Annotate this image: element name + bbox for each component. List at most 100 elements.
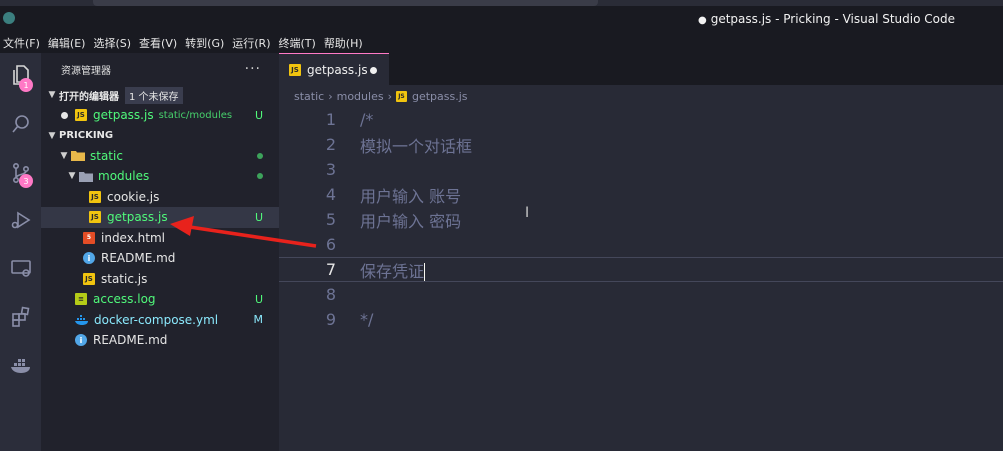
- chevron-right-icon: ›: [387, 89, 392, 103]
- open-editor-filename: getpass.js: [93, 108, 154, 123]
- more-actions-button[interactable]: ···: [245, 61, 261, 77]
- remote-explorer-button[interactable]: [0, 248, 41, 288]
- line-number: 7: [325, 260, 336, 279]
- chevron-right-icon: ›: [328, 89, 333, 103]
- source-control-button[interactable]: 3: [0, 153, 41, 193]
- extensions-button[interactable]: [0, 297, 41, 337]
- project-label: PRICKING: [59, 130, 114, 141]
- git-dot-icon: [257, 152, 263, 159]
- folder-open-icon: [71, 151, 85, 162]
- menu-view[interactable]: 查看(V): [139, 35, 177, 51]
- breadcrumb-modules[interactable]: modules: [337, 90, 384, 103]
- info-icon: i: [83, 252, 95, 265]
- tree-item-getpass[interactable]: JS getpass.js U: [41, 207, 279, 228]
- code-line: 2 模拟一个对话框: [279, 132, 1003, 157]
- menu-help[interactable]: 帮助(H): [324, 35, 363, 51]
- chevron-down-icon: ▼: [48, 90, 56, 100]
- search-button[interactable]: [0, 104, 41, 144]
- tree-item-access-log[interactable]: ≡ access.log U: [41, 289, 279, 310]
- unsaved-dot-icon[interactable]: [370, 67, 377, 74]
- git-status: M: [253, 313, 264, 327]
- tree-item-static[interactable]: ▼ static: [41, 146, 279, 167]
- open-editors-section[interactable]: ▼ 打开的编辑器 1 个未保存: [41, 85, 279, 105]
- editor-area: JS getpass.js static › modules › JS getp…: [279, 53, 1003, 451]
- tab-label: getpass.js: [307, 62, 368, 77]
- line-text: 用户输入 账号: [360, 186, 462, 206]
- line-text: 模拟一个对话框: [360, 136, 473, 156]
- chevron-down-icon: ▼: [68, 171, 76, 182]
- line-number: 9: [325, 310, 336, 329]
- line-text-content: 保存凭证: [360, 261, 425, 281]
- tree-item-label: getpass.js: [107, 210, 168, 225]
- folder-open-icon: [79, 171, 93, 182]
- js-file-icon: JS: [289, 63, 301, 76]
- unsaved-indicator: ●: [697, 15, 707, 26]
- tree-item-label: README.md: [101, 251, 176, 266]
- line-text: 用户输入 密码: [360, 211, 462, 231]
- run-debug-icon: [11, 211, 30, 229]
- git-status: U: [254, 108, 263, 122]
- line-number: 2: [325, 135, 336, 154]
- text-cursor: [424, 263, 426, 281]
- project-section[interactable]: ▼ PRICKING: [41, 126, 279, 146]
- git-dot-icon: [257, 173, 263, 180]
- explorer-sidebar: 资源管理器 ··· ▼ 打开的编辑器 1 个未保存 JS getpass.js …: [41, 53, 279, 451]
- editor-tabs: JS getpass.js: [279, 53, 1003, 85]
- line-number: 6: [325, 235, 336, 254]
- tree-item-label: cookie.js: [107, 189, 160, 204]
- tree-item-readme-static[interactable]: i README.md: [41, 248, 279, 269]
- line-text: 保存凭证: [360, 258, 426, 282]
- window-title-text: getpass.js - Pricking - Visual Studio Co…: [710, 12, 955, 26]
- breadcrumb-file[interactable]: getpass.js: [412, 90, 468, 103]
- code-line: 8: [279, 282, 1003, 307]
- tree-item-label: index.html: [101, 230, 165, 245]
- menu-run[interactable]: 运行(R): [232, 35, 270, 51]
- docker-file-icon: [75, 314, 88, 325]
- open-editor-item[interactable]: JS getpass.js static/modules U: [41, 105, 279, 126]
- tree-item-static-js[interactable]: JS static.js: [41, 269, 279, 290]
- line-text: /*: [360, 110, 374, 129]
- menu-terminal[interactable]: 终端(T): [279, 35, 316, 51]
- sidebar-title: 资源管理器: [61, 65, 111, 77]
- tree-item-readme-root[interactable]: i README.md: [41, 330, 279, 351]
- menu-go[interactable]: 转到(G): [185, 35, 224, 51]
- open-editors-label: 打开的编辑器: [59, 91, 119, 103]
- breadcrumb-static[interactable]: static: [294, 90, 324, 103]
- code-line: 4 用户输入 账号: [279, 182, 1003, 207]
- line-number: 3: [325, 160, 336, 179]
- tab-getpass-js[interactable]: JS getpass.js: [279, 53, 389, 85]
- docker-icon: [10, 359, 30, 373]
- menu-file[interactable]: 文件(F): [3, 35, 40, 51]
- run-debug-button[interactable]: [0, 200, 41, 240]
- code-line: 9 */: [279, 307, 1003, 332]
- explorer-button[interactable]: 1: [0, 55, 41, 95]
- code-line: 6: [279, 232, 1003, 257]
- html-file-icon: 5: [83, 231, 95, 244]
- code-line: 5 用户输入 密码: [279, 207, 1003, 232]
- line-number: 4: [325, 185, 336, 204]
- tree-item-index-html[interactable]: 5 index.html: [41, 228, 279, 249]
- line-number: 1: [325, 110, 336, 129]
- git-status: U: [254, 292, 263, 306]
- ibeam-cursor-icon: I: [525, 205, 530, 221]
- tree-item-label: static.js: [101, 271, 148, 286]
- current-code-line: 7 保存凭证: [279, 257, 1003, 282]
- js-file-icon: JS: [83, 272, 95, 285]
- tree-item-cookie[interactable]: JS cookie.js: [41, 187, 279, 208]
- js-file-icon: JS: [89, 211, 101, 224]
- tree-item-modules[interactable]: ▼ modules: [41, 166, 279, 187]
- explorer-badge: 1: [19, 78, 33, 92]
- unsaved-count-badge: 1 个未保存: [125, 86, 183, 104]
- window-title: ● getpass.js - Pricking - Visual Studio C…: [698, 12, 955, 26]
- code-line: 3: [279, 157, 1003, 182]
- remote-explorer-icon: [10, 260, 31, 277]
- menu-edit[interactable]: 编辑(E): [48, 35, 86, 51]
- extensions-icon: [11, 306, 29, 327]
- line-number: 5: [325, 210, 336, 229]
- menu-selection[interactable]: 选择(S): [93, 35, 131, 51]
- tree-item-docker-compose[interactable]: docker-compose.yml M: [41, 310, 279, 331]
- docker-button[interactable]: [0, 345, 41, 385]
- chevron-down-icon: ▼: [48, 130, 56, 141]
- activity-bar: 1 3: [0, 53, 41, 451]
- tree-item-label: docker-compose.yml: [94, 312, 219, 327]
